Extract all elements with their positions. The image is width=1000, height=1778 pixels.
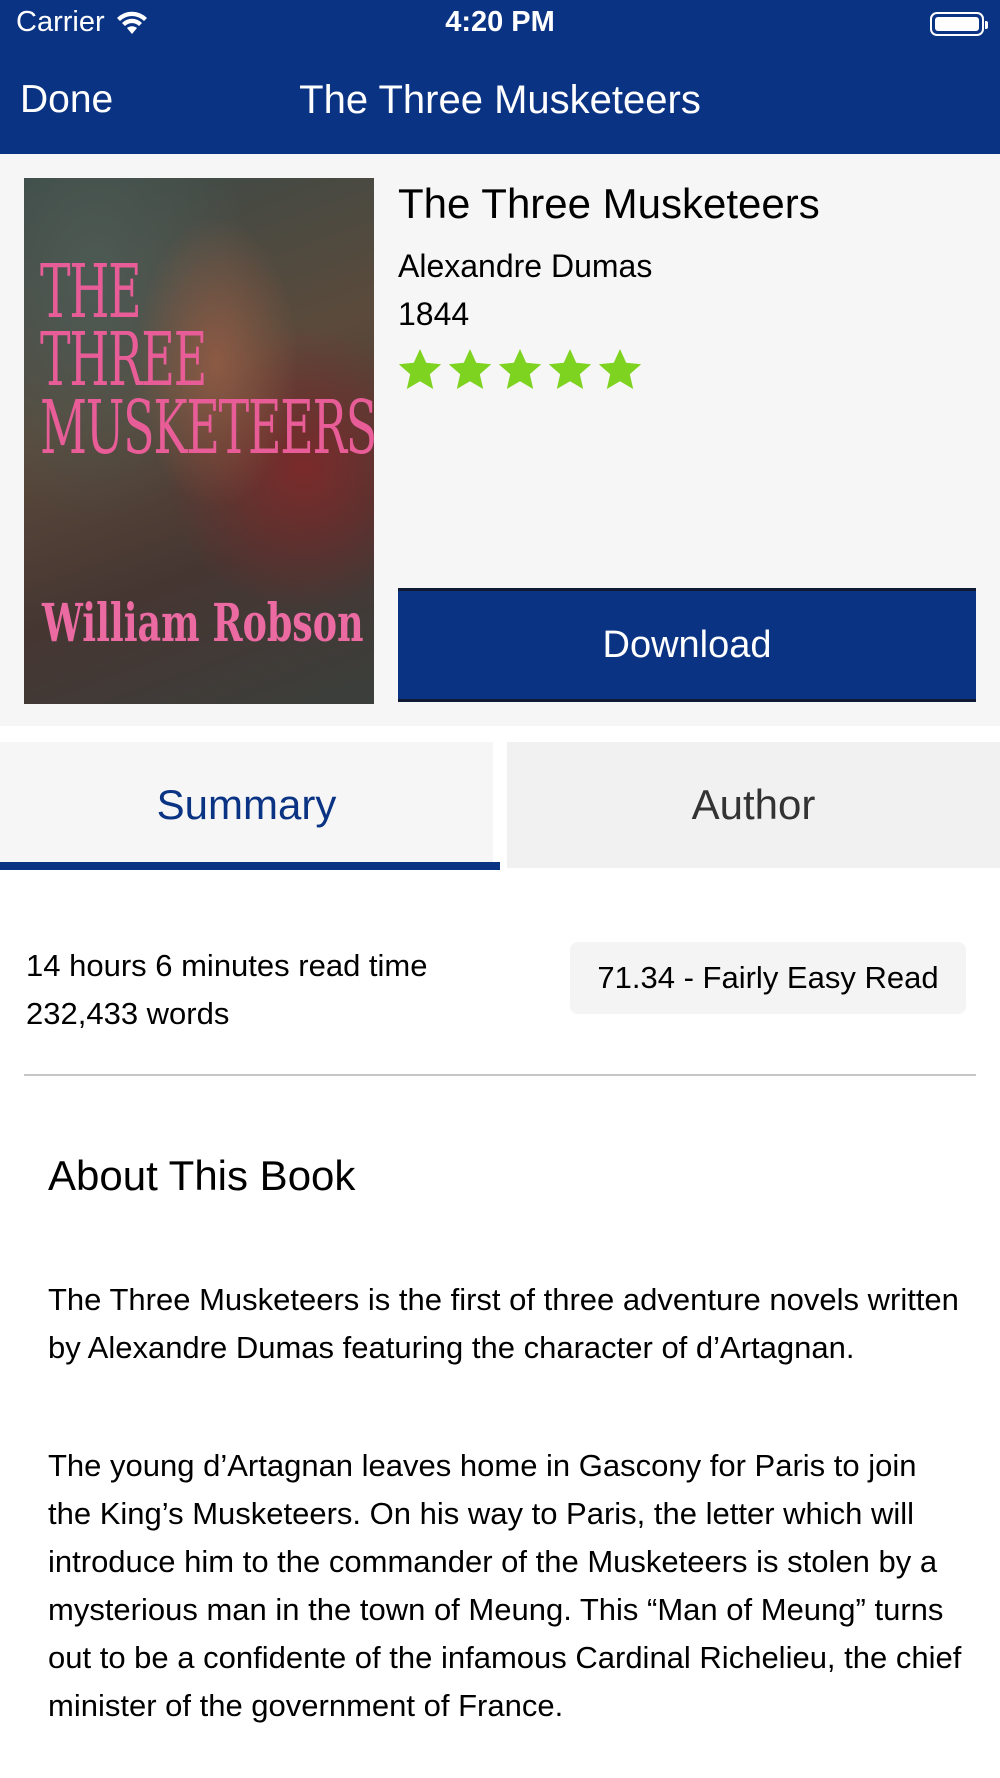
- cover-title-line: THREE: [40, 317, 207, 404]
- divider: [24, 1074, 976, 1076]
- cover-author-text: William Robson: [42, 593, 364, 654]
- book-year: 1844: [398, 296, 470, 332]
- battery-icon: [930, 12, 988, 36]
- star-icon: [498, 349, 542, 389]
- star-icon: [398, 349, 442, 389]
- star-icon: [598, 349, 642, 389]
- book-author: Alexandre Dumas: [398, 248, 653, 284]
- readability-badge: 71.34 - Fairly Easy Read: [570, 942, 966, 1014]
- cover-title-line: THE: [40, 249, 142, 335]
- summary-paragraph: The young d’Artagnan leaves home in Gasc…: [48, 1448, 962, 1723]
- read-time: 14 hours 6 minutes read time: [26, 948, 428, 983]
- selected-tab-indicator: [0, 862, 500, 870]
- reading-stats: 14 hours 6 minutes read time 232,433 wor…: [26, 942, 428, 1038]
- tab-author[interactable]: Author: [507, 742, 1000, 868]
- star-icon: [448, 349, 492, 389]
- nav-title: The Three Musketeers: [299, 78, 701, 122]
- about-heading: About This Book: [48, 1152, 356, 1199]
- done-button[interactable]: Done: [20, 78, 113, 122]
- word-count: 232,433 words: [26, 996, 230, 1031]
- download-button[interactable]: Download: [398, 588, 976, 702]
- tab-summary[interactable]: Summary: [0, 742, 493, 868]
- book-title: The Three Musketeers: [398, 180, 820, 227]
- navigation-bar: Carrier 4:20 PM Done The Three Musketeer…: [0, 0, 1000, 154]
- cover-title-text: THE THREE MUSKETEERS: [40, 249, 374, 472]
- rating-stars: [396, 346, 644, 394]
- book-cover-image: THE THREE MUSKETEERS William Robson: [24, 178, 374, 704]
- cover-title-line: MUSKETEERS: [40, 385, 374, 472]
- star-icon: [548, 349, 592, 389]
- summary-paragraph: The Three Musketeers is the first of thr…: [48, 1282, 959, 1365]
- status-time: 4:20 PM: [445, 6, 555, 38]
